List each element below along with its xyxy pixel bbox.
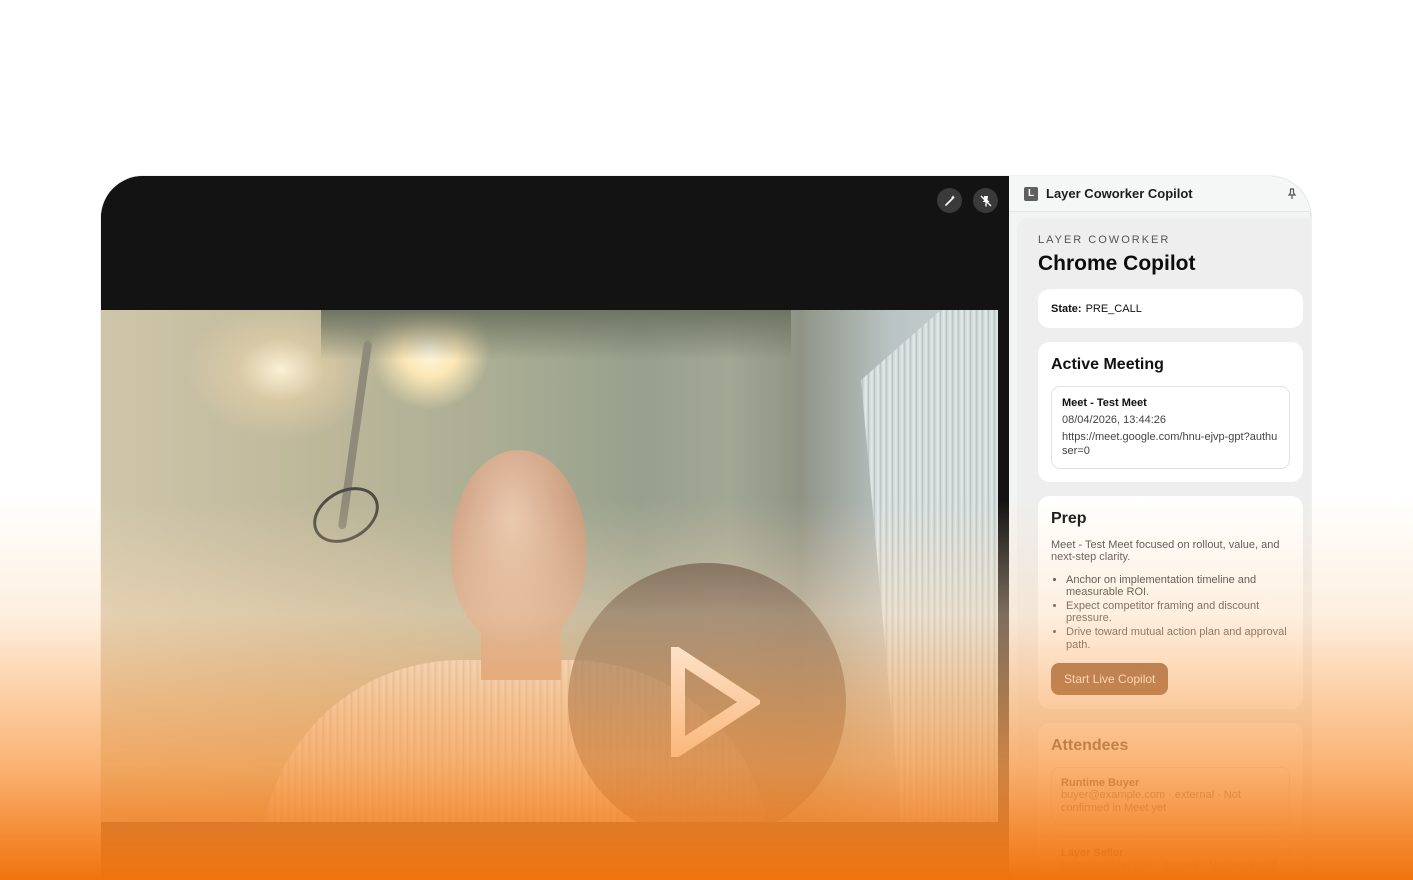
prep-heading: Prep [1051,509,1087,527]
meeting-details[interactable]: Meet - Test Meet 08/04/2026, 13:44:26 ht… [1051,386,1290,469]
attendee-name: Layer Seller [1061,846,1124,859]
window-blinds [861,310,998,822]
attendee-name: Runtime Buyer [1061,776,1140,789]
attendees-heading: Attendees [1051,736,1129,754]
pin-icon[interactable] [1285,187,1299,201]
state-label: State: [1051,302,1082,315]
meeting-datetime: 08/04/2026, 13:44:26 [1062,414,1166,427]
meeting-name: Meet - Test Meet [1062,397,1147,409]
wand-icon[interactable] [937,188,962,213]
attendees-card: Attendees Runtime Buyer buyer@example.co… [1038,722,1303,880]
camera-feed [101,310,998,822]
prep-card: Prep Meet - Test Meet focused on rollout… [1038,495,1303,709]
panel-header: L Layer Coworker Copilot [1009,176,1311,212]
active-meeting-heading: Active Meeting [1051,356,1164,373]
lamp-hook [303,475,389,555]
prep-summary: Meet - Test Meet focused on rollout, val… [1051,538,1280,564]
attendee-detail: buyer@example.com · external · Not confi… [1061,789,1241,814]
attendee-item[interactable]: Layer Seller seller@withlayer.ai · inter… [1051,836,1290,880]
play-button[interactable] [568,563,846,822]
active-meeting-card: Active Meeting Meet - Test Meet 08/04/20… [1038,342,1303,482]
ceiling-shade [321,310,791,360]
prep-bullets: Anchor on implementation timeline and me… [1051,574,1290,651]
page-title: Chrome Copilot [1038,252,1196,275]
panel-content: LAYER COWORKER Chrome Copilot State: PRE… [1017,218,1311,880]
state-value: PRE_CALL [1085,302,1142,315]
attendee-detail: seller@withlayer.ai · internal · Not con… [1061,859,1277,880]
eyebrow-label: LAYER COWORKER [1038,234,1171,246]
play-icon [671,647,760,757]
person-head [451,450,586,645]
prep-bullet: Anchor on implementation timeline and me… [1066,574,1290,598]
pin-off-icon[interactable] [973,188,998,213]
video-area [101,176,1009,880]
state-card: State: PRE_CALL [1038,289,1303,328]
prep-bullet: Expect competitor framing and discount p… [1066,600,1290,624]
app-logo-icon: L [1024,186,1038,201]
attendee-item[interactable]: Runtime Buyer buyer@example.com · extern… [1051,766,1290,825]
prep-bullet: Drive toward mutual action plan and appr… [1066,626,1290,650]
meeting-url[interactable]: https://meet.google.com/hnu-ejvp-gpt?aut… [1062,431,1279,457]
device-frame: L Layer Coworker Copilot LAYER COWORKER … [101,176,1311,880]
copilot-side-panel: L Layer Coworker Copilot LAYER COWORKER … [1009,176,1311,880]
start-live-copilot-button[interactable]: Start Live Copilot [1051,662,1169,695]
panel-header-title: Layer Coworker Copilot [1046,186,1193,201]
